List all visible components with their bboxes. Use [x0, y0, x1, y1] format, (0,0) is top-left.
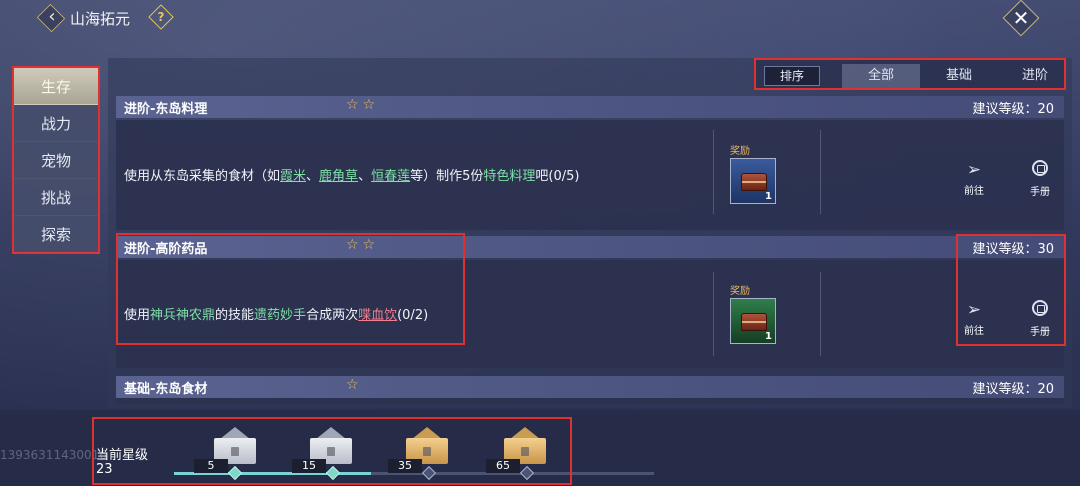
- task-title: 基础-东岛食材: [124, 382, 208, 397]
- item-link[interactable]: 鹿角草: [319, 169, 358, 184]
- divider: [713, 272, 714, 356]
- close-icon[interactable]: ✕: [1008, 5, 1034, 31]
- chest-icon: [741, 173, 767, 191]
- reward-item[interactable]: 1: [730, 298, 776, 344]
- sidebar-item-pet[interactable]: 宠物: [14, 142, 98, 179]
- sort-button[interactable]: 排序: [764, 66, 820, 86]
- star-icon: ☆☆: [346, 97, 380, 113]
- desc-text: 等）制作5份: [410, 169, 484, 184]
- reward-item[interactable]: 1: [730, 158, 776, 204]
- top-bar: ‹ 山海拓元 ? ✕: [0, 0, 1080, 37]
- highlight-box: [116, 233, 465, 345]
- manual-button[interactable]: 手册: [1020, 160, 1060, 198]
- tab-advanced[interactable]: 进阶: [996, 64, 1074, 88]
- tab-basic[interactable]: 基础: [920, 64, 998, 88]
- desc-text: 、: [358, 169, 372, 184]
- desc-text: 使用从东岛采集的食材（如: [124, 169, 281, 184]
- goto-button[interactable]: ➢ 前往: [954, 160, 994, 197]
- filter-bar: 排序 全部 基础 进阶: [754, 58, 1066, 90]
- reward-count: 1: [765, 191, 772, 202]
- reward-count: 1: [765, 331, 772, 342]
- manual-icon: [1020, 160, 1060, 181]
- sidebar-item-challenge[interactable]: 挑战: [14, 179, 98, 216]
- manual-label: 手册: [1030, 187, 1050, 198]
- reward-label: 奖励: [730, 146, 750, 157]
- reward-label: 奖励: [730, 286, 750, 297]
- recommended-level: 建议等级：20: [972, 382, 1054, 397]
- divider: [820, 130, 821, 214]
- highlight-box: [92, 417, 572, 485]
- page-title: 山海拓元: [70, 10, 131, 28]
- help-icon[interactable]: ?: [152, 8, 170, 26]
- chevron-left-icon[interactable]: ‹: [44, 6, 60, 28]
- desc-text: 、: [306, 169, 320, 184]
- task-title: 进阶-东岛料理: [124, 102, 208, 117]
- goto-label: 前往: [964, 186, 984, 197]
- chest-icon: [741, 313, 767, 331]
- item-link[interactable]: 恒春莲: [371, 169, 410, 184]
- sidebar-item-explore[interactable]: 探索: [14, 216, 98, 253]
- category-sidebar: 生存 战力 宠物 挑战 探索: [12, 66, 100, 254]
- task-header: 基础-东岛食材 ☆ 建议等级：20: [116, 376, 1064, 398]
- highlight-box: [956, 234, 1066, 346]
- recommended-level: 建议等级：20: [972, 102, 1054, 117]
- paper-plane-icon: ➢: [966, 160, 982, 180]
- task-description: 使用从东岛采集的食材（如霞米、鹿角草、恒春莲等）制作5份特色料理吧(0/5): [124, 165, 579, 184]
- item-link[interactable]: 霞米: [280, 169, 306, 184]
- sidebar-item-combat[interactable]: 战力: [14, 105, 98, 142]
- sidebar-item-survival[interactable]: 生存: [14, 68, 98, 105]
- task-body: 使用从东岛采集的食材（如霞米、鹿角草、恒春莲等）制作5份特色料理吧(0/5) 奖…: [116, 120, 1064, 230]
- watermark: 13936311430016: [0, 448, 107, 462]
- divider: [713, 130, 714, 214]
- item-highlight: 特色料理: [483, 169, 536, 184]
- task-header: 进阶-东岛料理 ☆☆ 建议等级：20: [116, 96, 1064, 118]
- divider: [820, 272, 821, 356]
- star-icon: ☆: [346, 377, 363, 393]
- task-body: [116, 398, 1064, 404]
- tab-all[interactable]: 全部: [842, 64, 920, 88]
- task-progress: 吧(0/5): [535, 169, 580, 184]
